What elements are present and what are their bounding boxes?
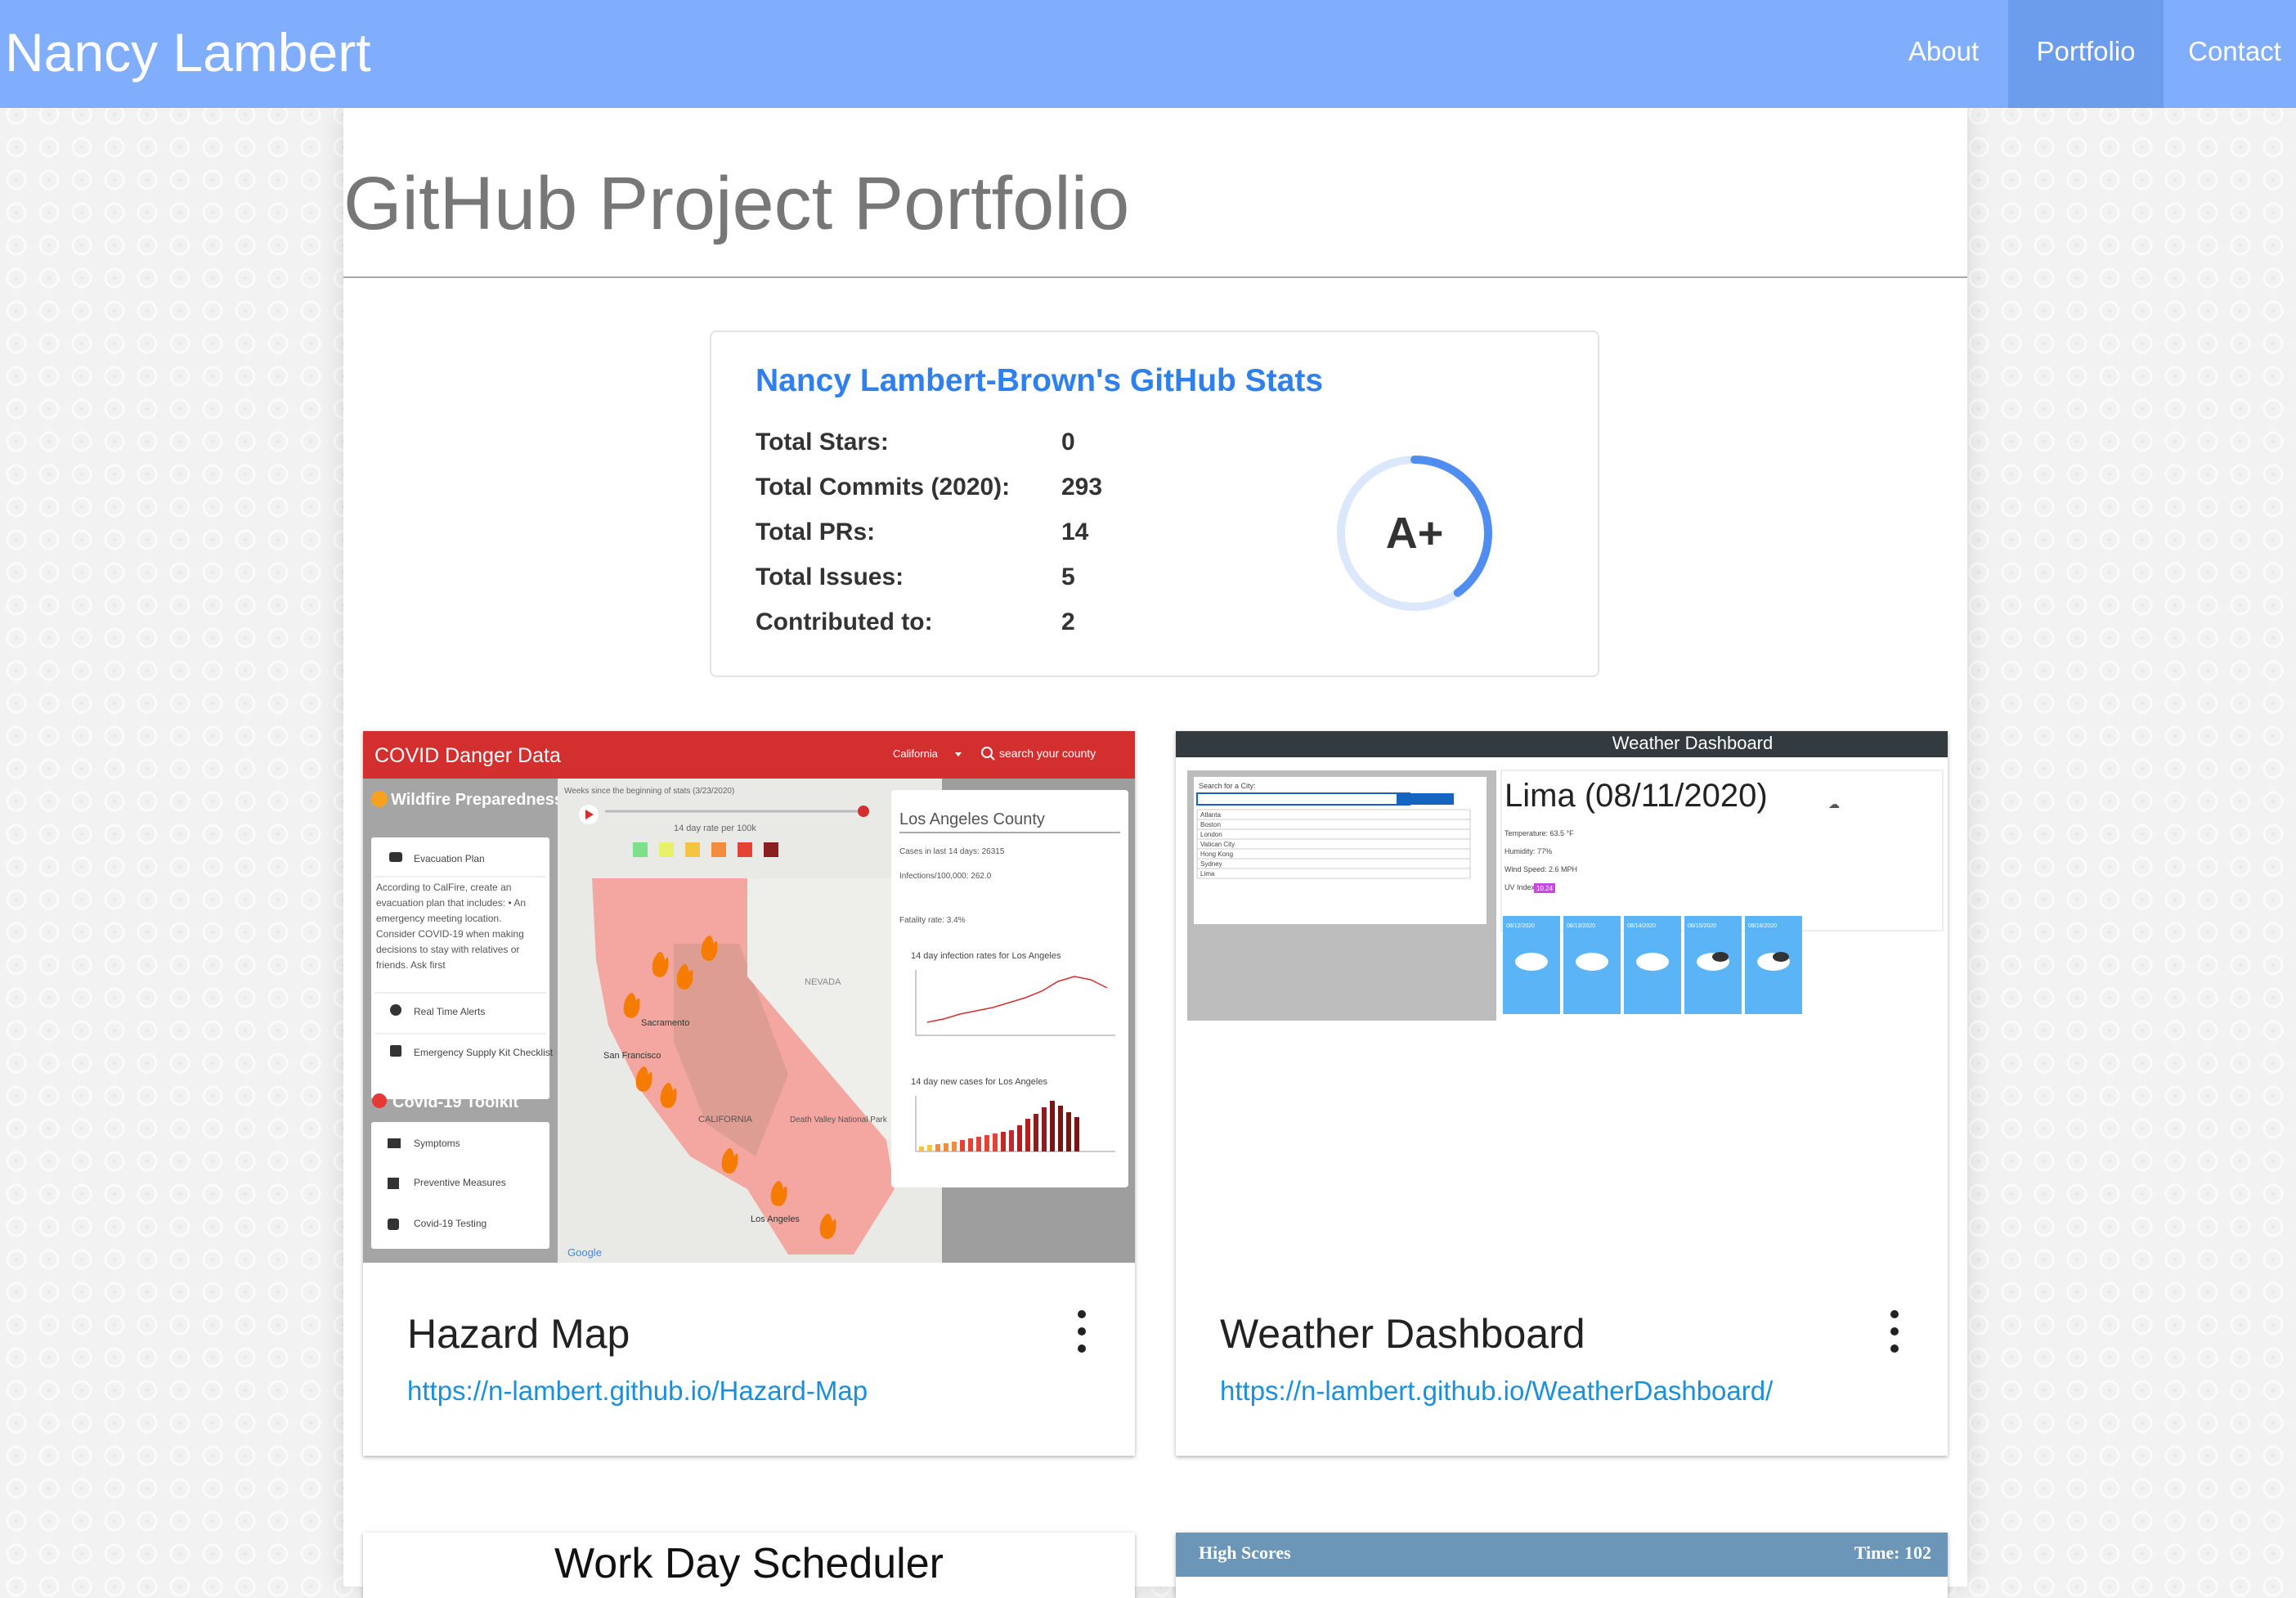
svg-text:08/16/2020: 08/16/2020: [1748, 923, 1777, 929]
high-scores-timer: Time: 102: [1854, 1542, 1931, 1563]
svg-text:08/15/2020: 08/15/2020: [1688, 923, 1716, 929]
county-line-fatality: Fatality rate: 3.4%: [899, 916, 966, 925]
stat-label-contributed: Contributed to:: [756, 608, 933, 635]
stat-value-issues: 5: [1061, 563, 1075, 590]
svg-text:Atlanta: Atlanta: [1200, 811, 1221, 819]
project-link-hazard-map[interactable]: https://n-lambert.github.io/Hazard-Map: [407, 1376, 868, 1407]
county-line-infections: Infections/100,000: 262.0: [899, 872, 992, 881]
project-card-hazard-map: COVID Danger Data California search your…: [363, 731, 1135, 1456]
stat-value-prs: 14: [1061, 518, 1089, 545]
weather-search-button: [1397, 793, 1454, 805]
toolkit-item-testing: Covid-19 Testing: [414, 1218, 487, 1229]
map-label-sacramento: Sacramento: [641, 1018, 689, 1028]
main-container: GitHub Project Portfolio Nancy Lambert-B…: [343, 108, 1967, 1598]
svg-text:Hong Kong: Hong Kong: [1200, 851, 1233, 858]
svg-text:08/12/2020: 08/12/2020: [1506, 923, 1535, 929]
nav-link-about[interactable]: About: [1889, 0, 1998, 108]
chart2-title: 14 day new cases for Los Angeles: [911, 1077, 1047, 1087]
svg-text:Lima: Lima: [1200, 870, 1215, 878]
brand-name[interactable]: Nancy Lambert: [5, 20, 371, 85]
toolkit-title: Covid-19 Toolkit: [392, 1093, 518, 1111]
project-title-weather-dashboard: Weather Dashboard: [1220, 1311, 1585, 1357]
toolkit-item-symptoms: Symptoms: [414, 1138, 460, 1149]
timeline-label: Weeks since the beginning of stats (3/23…: [564, 787, 734, 796]
map-label-nevada: NEVADA: [805, 977, 841, 987]
chart1-title: 14 day infection rates for Los Angeles: [911, 951, 1061, 961]
more-options-icon[interactable]: [1882, 1307, 1907, 1356]
project-card-high-scores: High Scores Time: 102: [1176, 1533, 1948, 1598]
project-thumbnail-weather-dashboard[interactable]: Weather Dashboard Search for a City: Atl…: [1176, 731, 1948, 1263]
weather-search-input: [1196, 792, 1410, 806]
stat-label-stars: Total Stars:: [756, 429, 889, 456]
title-divider: [343, 276, 1967, 278]
legend-title: 14 day rate per 100k: [674, 824, 756, 833]
weather-city-heading: Lima (08/11/2020): [1505, 778, 1768, 814]
weather-header-title: Weather Dashboard: [1612, 733, 1774, 753]
svg-text:London: London: [1200, 831, 1222, 838]
stat-value-commits: 293: [1061, 474, 1103, 500]
toolkit-item-preventive: Preventive Measures: [414, 1177, 506, 1188]
weather-uv-label: UV Index:: [1505, 883, 1537, 891]
project-card-work-day-scheduler: Work Day Scheduler: [363, 1533, 1135, 1598]
more-options-icon[interactable]: [1070, 1307, 1094, 1356]
google-logo: Google: [567, 1246, 602, 1259]
weather-wind: Wind Speed: 2.6 MPH: [1505, 865, 1577, 873]
weather-icon-small: ☁: [1828, 797, 1840, 810]
weather-humidity: Humidity: 77%: [1505, 847, 1552, 855]
nav-link-contact[interactable]: Contact: [2173, 0, 2296, 108]
svg-text:Sydney: Sydney: [1200, 860, 1222, 868]
nav-link-portfolio[interactable]: Portfolio: [2008, 0, 2164, 108]
wildfire-title: Wildfire Preparedness: [391, 791, 563, 809]
stat-value-stars: 0: [1061, 429, 1075, 456]
svg-text:08/14/2020: 08/14/2020: [1627, 923, 1656, 929]
stat-label-commits: Total Commits (2020):: [756, 474, 1011, 500]
project-card-weather-dashboard: Weather Dashboard Search for a City: Atl…: [1176, 731, 1948, 1456]
svg-text:08/13/2020: 08/13/2020: [1567, 923, 1595, 929]
sidebar-item-alerts: Real Time Alerts: [414, 1006, 485, 1017]
high-scores-label: High Scores: [1199, 1542, 1291, 1563]
covid-header-title: COVID Danger Data: [374, 744, 561, 767]
covid-search-text: search your county: [999, 747, 1096, 760]
wildfire-icon: [371, 791, 388, 807]
svg-text:Vatican City: Vatican City: [1200, 841, 1235, 848]
county-title: Los Angeles County: [899, 810, 1045, 828]
weather-city-list: Atlanta Boston London Vatican City Hong …: [1196, 809, 1471, 879]
stat-label-prs: Total PRs:: [756, 518, 876, 545]
map-label-california: CALIFORNIA: [698, 1115, 753, 1124]
rank-grade: A+: [1385, 509, 1444, 558]
weather-header-bar: [1176, 731, 1948, 757]
page-title: GitHub Project Portfolio: [343, 162, 1130, 245]
project-thumbnail-hazard-map[interactable]: COVID Danger Data California search your…: [363, 731, 1135, 1263]
stat-value-contributed: 2: [1061, 608, 1075, 635]
weather-search-label: Search for a City:: [1199, 782, 1256, 790]
map-label-sf: San Francisco: [603, 1051, 661, 1061]
github-stats-card: Nancy Lambert-Brown's GitHub Stats Total…: [710, 330, 1599, 677]
project-link-weather-dashboard[interactable]: https://n-lambert.github.io/WeatherDashb…: [1220, 1376, 1773, 1407]
stats-title[interactable]: Nancy Lambert-Brown's GitHub Stats: [756, 363, 1323, 399]
svg-text:Boston: Boston: [1200, 821, 1221, 828]
sidebar-evacuation-text: According to CalFire, create an evacuati…: [376, 882, 526, 971]
weather-temp: Temperature: 63.5 °F: [1505, 829, 1574, 837]
map-label-death-valley: Death Valley National Park: [790, 1115, 888, 1124]
weather-uv-value: 10.24: [1536, 885, 1554, 892]
map-label-la: Los Angeles: [751, 1214, 800, 1224]
covid-state-select: California: [893, 747, 939, 760]
sidebar-item-evacuation: Evacuation Plan: [414, 853, 485, 864]
navbar: Nancy Lambert About Portfolio Contact: [0, 0, 2296, 108]
stat-label-issues: Total Issues:: [756, 563, 904, 590]
project-title-hazard-map: Hazard Map: [407, 1311, 630, 1357]
county-line-cases: Cases in last 14 days: 26315: [899, 847, 1005, 856]
high-scores-bar: High Scores Time: 102: [1176, 1533, 1948, 1577]
project-title-work-day-scheduler: Work Day Scheduler: [554, 1540, 944, 1587]
toolkit-icon: [372, 1093, 387, 1108]
forecast-tiles: 08/12/2020 08/13/2020 08/14/2020 08/15/2…: [1503, 916, 1802, 1014]
sidebar-item-supply: Emergency Supply Kit Checklist: [414, 1047, 554, 1058]
